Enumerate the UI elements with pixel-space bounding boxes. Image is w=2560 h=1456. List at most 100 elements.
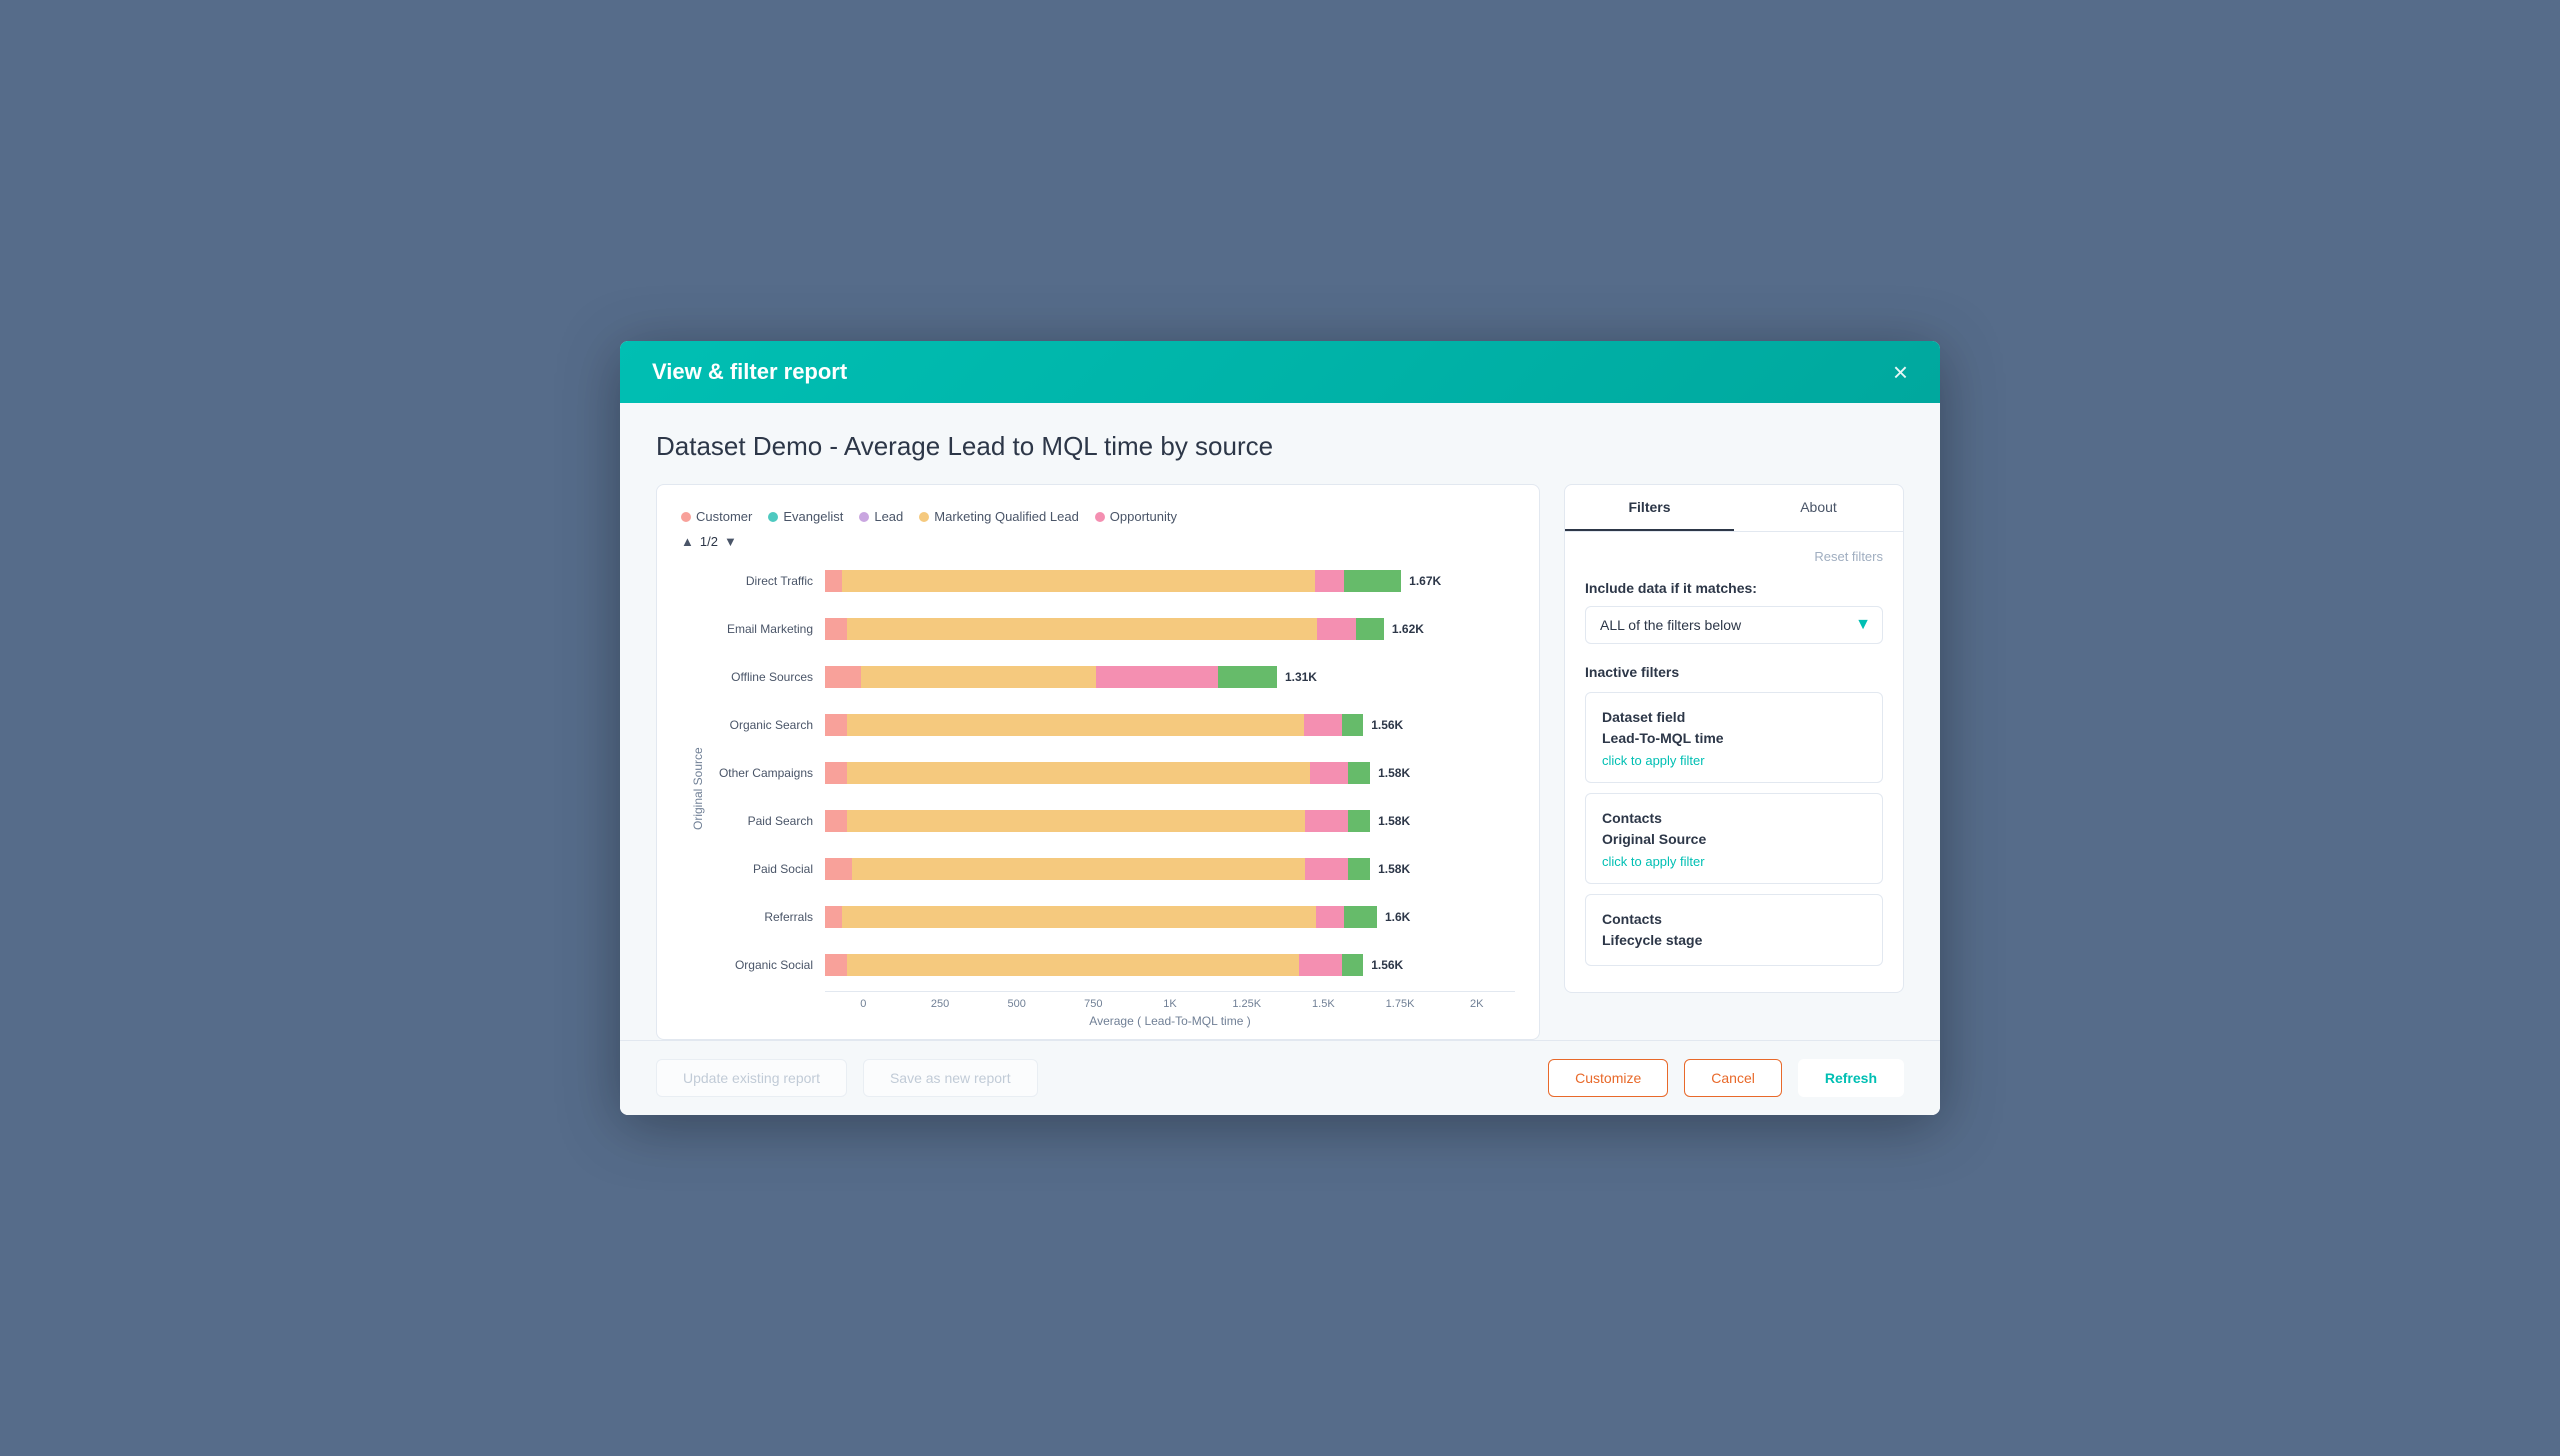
bar-segment [1310, 762, 1348, 784]
bar-value-label: 1.58K [1378, 766, 1410, 780]
tab-about[interactable]: About [1734, 485, 1903, 531]
bar-segment [1317, 618, 1356, 640]
bar-value-label: 1.56K [1371, 718, 1403, 732]
bar-segment [1348, 810, 1370, 832]
refresh-button[interactable]: Refresh [1798, 1059, 1904, 1097]
modal-overlay: View & filter report × Dataset Demo - Av… [0, 0, 2560, 1456]
bar-value-label: 1.31K [1285, 670, 1317, 684]
bar-segment [1304, 714, 1342, 736]
bar-label: Organic Search [705, 718, 825, 732]
update-report-button[interactable]: Update existing report [656, 1059, 847, 1097]
bar-segment [1342, 714, 1364, 736]
filter-card-1: ContactsOriginal Source click to apply f… [1585, 793, 1883, 884]
bar-segment [825, 666, 861, 688]
bar-row: Email Marketing 1.62K [705, 607, 1515, 651]
legend-dot-mql [919, 512, 929, 522]
bar-segment [1348, 762, 1370, 784]
modal-body: Dataset Demo - Average Lead to MQL time … [620, 403, 1940, 1040]
bar-segment [1305, 810, 1349, 832]
bar-row: Offline Sources 1.31K [705, 655, 1515, 699]
modal-header: View & filter report × [620, 341, 1940, 403]
filter-card-title: ContactsOriginal Source [1602, 808, 1866, 850]
next-page-icon[interactable]: ▼ [724, 534, 737, 549]
filter-cards: Dataset fieldLead-To-MQL time click to a… [1585, 692, 1883, 966]
bar-value-label: 1.58K [1378, 862, 1410, 876]
bar-track: 1.62K [825, 615, 1515, 643]
cancel-button[interactable]: Cancel [1684, 1059, 1782, 1097]
bar-label: Offline Sources [705, 670, 825, 684]
bar-track: 1.67K [825, 567, 1515, 595]
bar-label: Organic Social [705, 958, 825, 972]
reset-filters-link[interactable]: Reset filters [1814, 549, 1883, 564]
legend-dot-evangelist [768, 512, 778, 522]
bar-label: Paid Social [705, 862, 825, 876]
bar-label: Email Marketing [705, 622, 825, 636]
inactive-filters-label: Inactive filters [1585, 664, 1883, 680]
x-tick: 1.75K [1362, 998, 1439, 1010]
modal-footer: Update existing report Save as new repor… [620, 1040, 1940, 1115]
bar-segments [825, 618, 1384, 640]
bar-segment [847, 762, 1310, 784]
filter-card-link[interactable]: click to apply filter [1602, 854, 1866, 869]
prev-page-icon[interactable]: ▲ [681, 534, 694, 549]
filter-card-0: Dataset fieldLead-To-MQL time click to a… [1585, 692, 1883, 783]
filter-card-link[interactable]: click to apply filter [1602, 753, 1866, 768]
bar-track: 1.56K [825, 951, 1515, 979]
bar-segment [847, 714, 1304, 736]
modal-title: View & filter report [652, 359, 847, 385]
bar-segments [825, 810, 1370, 832]
x-axis: 02505007501K1.25K1.5K1.75K2K [825, 991, 1515, 1010]
bar-segment [861, 666, 1096, 688]
bar-segment [847, 618, 1316, 640]
bar-track: 1.58K [825, 807, 1515, 835]
bar-segment [825, 906, 842, 928]
pagination-label: 1/2 [700, 534, 718, 549]
x-tick: 1K [1132, 998, 1209, 1010]
x-tick: 750 [1055, 998, 1132, 1010]
x-tick: 1.25K [1208, 998, 1285, 1010]
x-tick: 2K [1438, 998, 1515, 1010]
bar-track: 1.58K [825, 855, 1515, 883]
bar-value-label: 1.67K [1409, 574, 1441, 588]
bar-track: 1.56K [825, 711, 1515, 739]
legend-item-lead: Lead [859, 509, 903, 524]
tab-filters[interactable]: Filters [1565, 485, 1734, 531]
bar-label: Paid Search [705, 814, 825, 828]
bar-segment [1218, 666, 1277, 688]
filters-body: Reset filters Include data if it matches… [1565, 532, 1903, 992]
chart-area: Original Source Direct Traffic1.67KEmail… [681, 559, 1515, 1019]
bar-segment [1342, 954, 1364, 976]
x-tick: 0 [825, 998, 902, 1010]
legend-item-opportunity: Opportunity [1095, 509, 1177, 524]
bar-segment [1356, 618, 1384, 640]
filter-match-select[interactable]: ALL of the filters belowANY of the filte… [1585, 606, 1883, 644]
bar-segment [842, 570, 1314, 592]
save-new-report-button[interactable]: Save as new report [863, 1059, 1038, 1097]
legend-item-evangelist: Evangelist [768, 509, 843, 524]
bar-segment [1348, 858, 1370, 880]
filter-card-title: Dataset fieldLead-To-MQL time [1602, 707, 1866, 749]
bar-label: Referrals [705, 910, 825, 924]
bar-row: Paid Social 1.58K [705, 847, 1515, 891]
bar-value-label: 1.62K [1392, 622, 1424, 636]
bar-segment [825, 810, 847, 832]
legend-dot-customer [681, 512, 691, 522]
bar-label: Direct Traffic [705, 574, 825, 588]
bar-segment [847, 810, 1305, 832]
bar-segments [825, 954, 1363, 976]
close-button[interactable]: × [1893, 359, 1908, 385]
bar-track: 1.58K [825, 759, 1515, 787]
legend-item-mql: Marketing Qualified Lead [919, 509, 1079, 524]
bar-segment [825, 762, 847, 784]
report-title: Dataset Demo - Average Lead to MQL time … [656, 431, 1904, 462]
bar-track: 1.6K [825, 903, 1515, 931]
customize-button[interactable]: Customize [1548, 1059, 1668, 1097]
bar-segment [1299, 954, 1342, 976]
bar-value-label: 1.58K [1378, 814, 1410, 828]
include-label: Include data if it matches: [1585, 580, 1883, 596]
chart-legend: CustomerEvangelistLeadMarketing Qualifie… [681, 509, 1515, 524]
bar-segments [825, 762, 1370, 784]
content-row: CustomerEvangelistLeadMarketing Qualifie… [656, 484, 1904, 1040]
bar-row: Other Campaigns1.58K [705, 751, 1515, 795]
bar-segment [852, 858, 1304, 880]
